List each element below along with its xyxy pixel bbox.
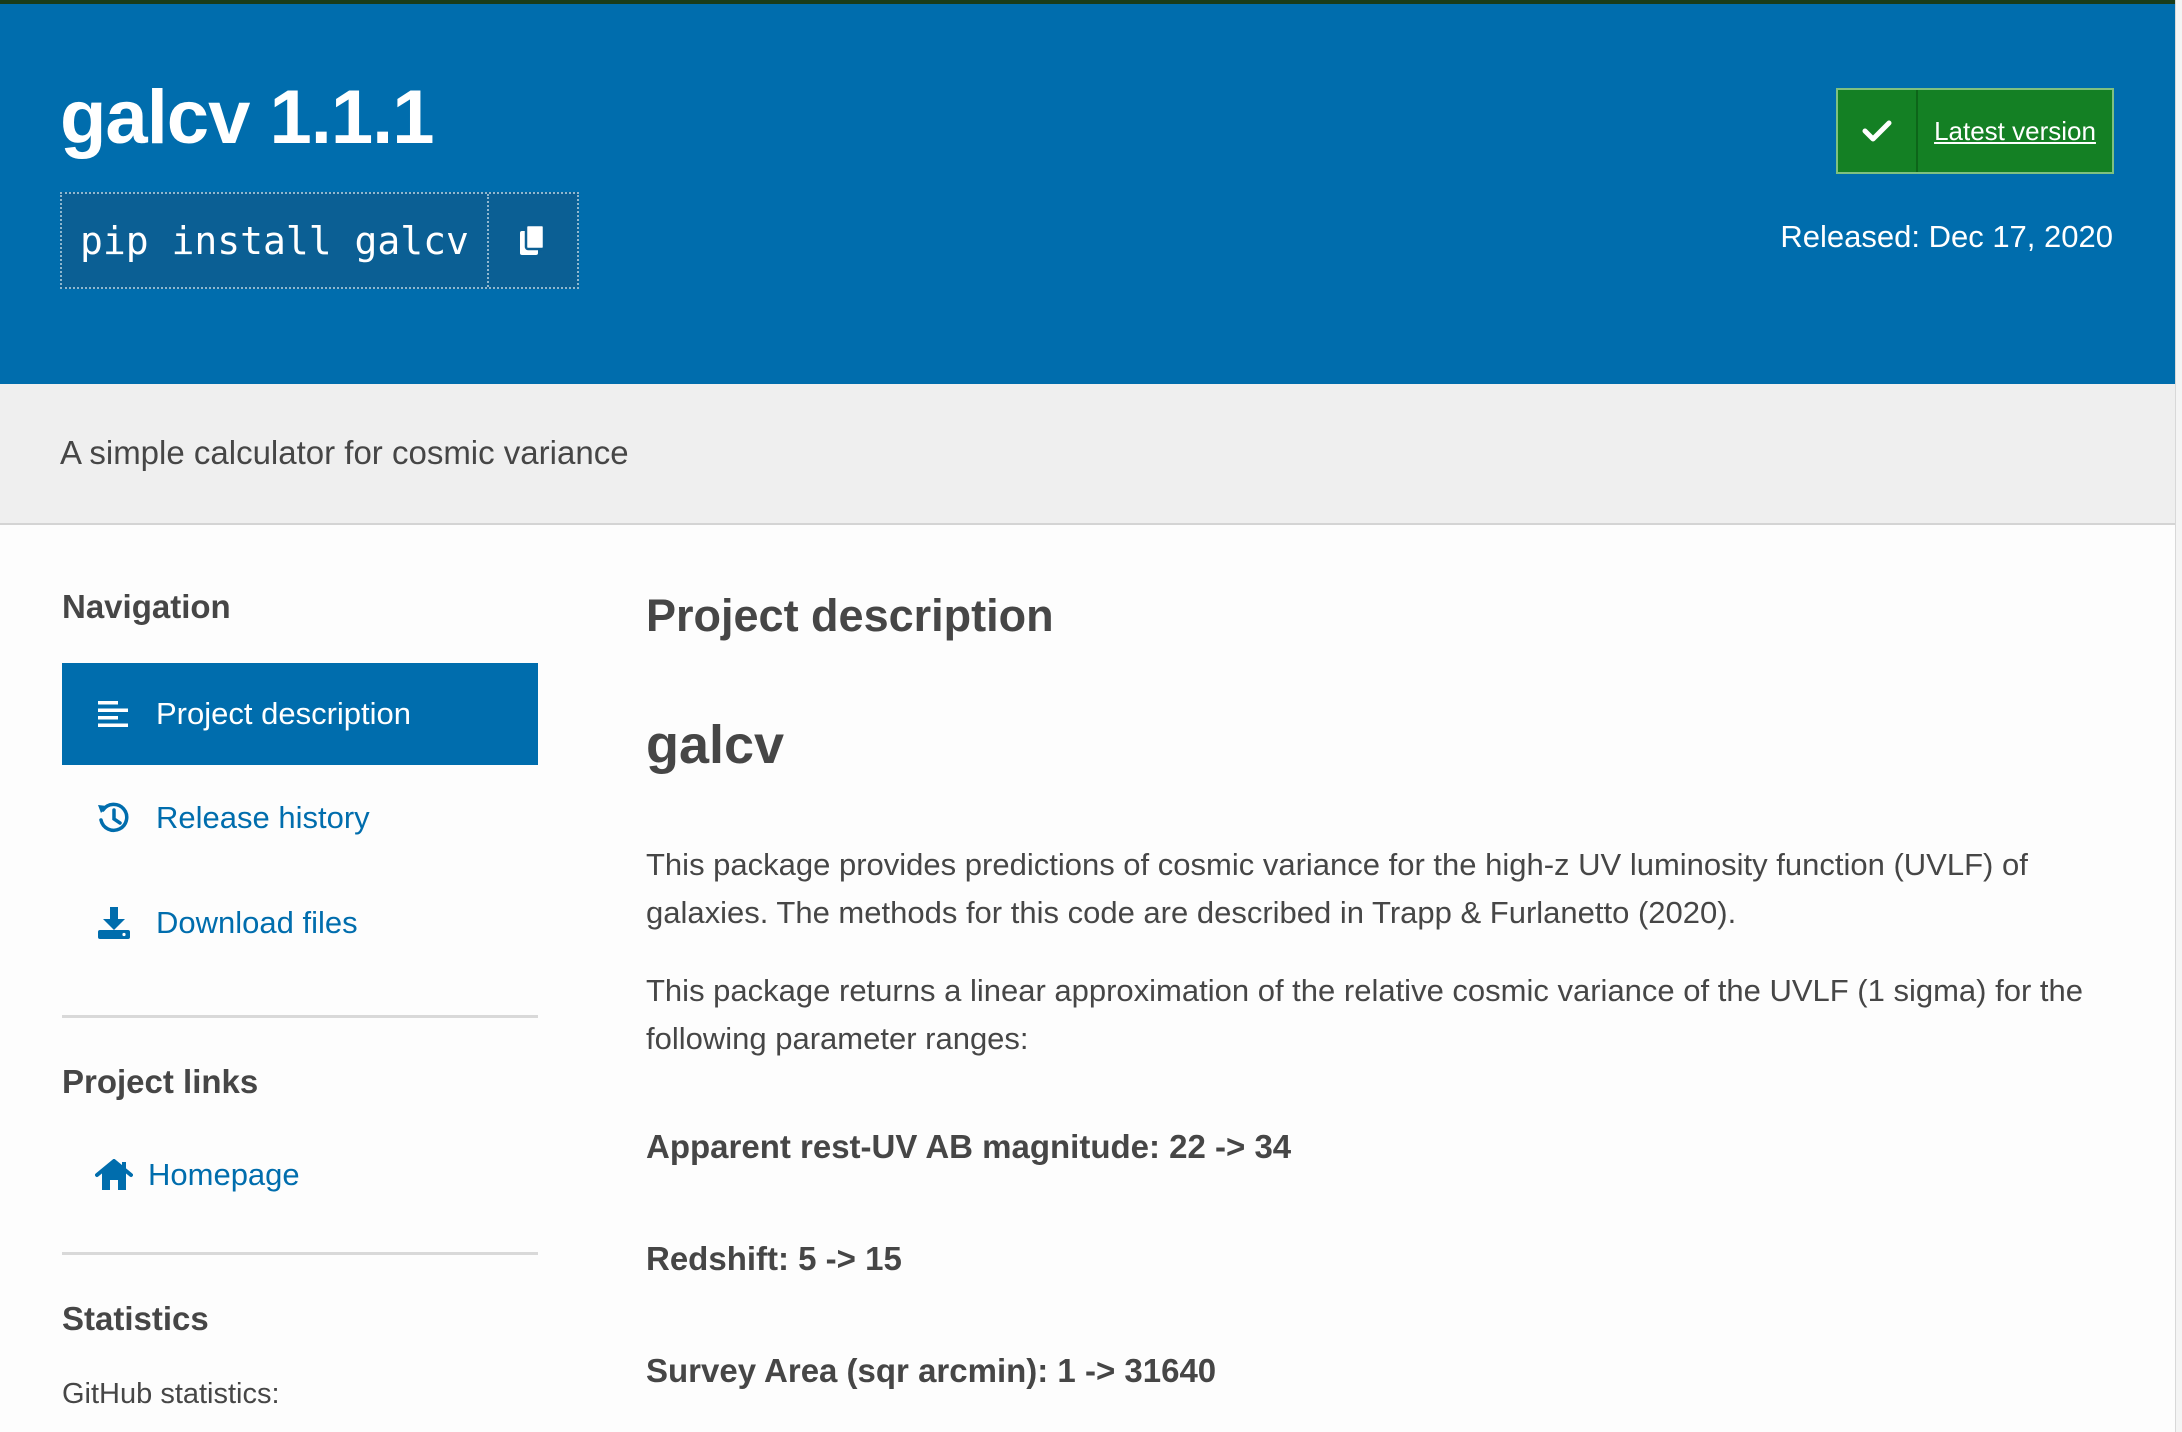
parameter-range: Survey Area (sqr arcmin): 1 -> 31640 <box>646 1352 1217 1389</box>
scrollbar[interactable] <box>2175 0 2182 1432</box>
statistics-heading: Statistics <box>62 1300 209 1337</box>
history-icon <box>94 798 134 838</box>
align-left-icon <box>94 694 134 734</box>
github-statistics-label: GitHub statistics: <box>62 1378 280 1410</box>
latest-version-link[interactable]: Latest version <box>1918 90 2112 172</box>
sidebar-divider <box>62 1015 538 1018</box>
sidebar-item-download-files[interactable]: Download files <box>62 883 538 963</box>
sidebar-item-release-history[interactable]: Release history <box>62 778 538 858</box>
download-icon <box>94 903 134 943</box>
project-description-heading: Project description <box>646 590 1054 641</box>
latest-version-badge[interactable]: Latest version <box>1836 88 2114 174</box>
package-summary-band: A simple calculator for cosmic variance <box>0 384 2176 525</box>
sidebar-item-label: Download files <box>156 905 358 940</box>
parameter-range: Apparent rest-UV AB magnitude: 22 -> 34 <box>646 1128 1292 1165</box>
homepage-link[interactable]: Homepage <box>62 1135 538 1215</box>
readme-title: galcv <box>646 715 785 775</box>
navigation-heading: Navigation <box>62 588 231 625</box>
sidebar-item-project-description[interactable]: Project description <box>62 663 538 765</box>
copy-button[interactable] <box>489 194 577 287</box>
project-links-heading: Project links <box>62 1063 259 1100</box>
sidebar-item-label: Release history <box>156 800 370 835</box>
package-header: galcv 1.1.1 pip install galcv Latest ver… <box>0 4 2176 384</box>
pip-install-box: pip install galcv <box>60 192 579 289</box>
homepage-link-label: Homepage <box>148 1157 300 1192</box>
home-icon <box>94 1155 134 1195</box>
sidebar-item-label: Project description <box>156 696 412 731</box>
description-paragraph: This package returns a linear approximat… <box>646 973 2083 1056</box>
sidebar-divider <box>62 1252 538 1255</box>
description-paragraph: This package provides predictions of cos… <box>646 847 2028 930</box>
parameter-range: Redshift: 5 -> 15 <box>646 1240 902 1277</box>
check-icon <box>1838 90 1918 172</box>
release-date: Released: Dec 17, 2020 <box>1780 219 2113 254</box>
pip-command[interactable]: pip install galcv <box>62 194 489 287</box>
package-summary: A simple calculator for cosmic variance <box>60 434 629 471</box>
copy-icon <box>519 223 546 255</box>
package-title: galcv 1.1.1 <box>60 75 434 160</box>
